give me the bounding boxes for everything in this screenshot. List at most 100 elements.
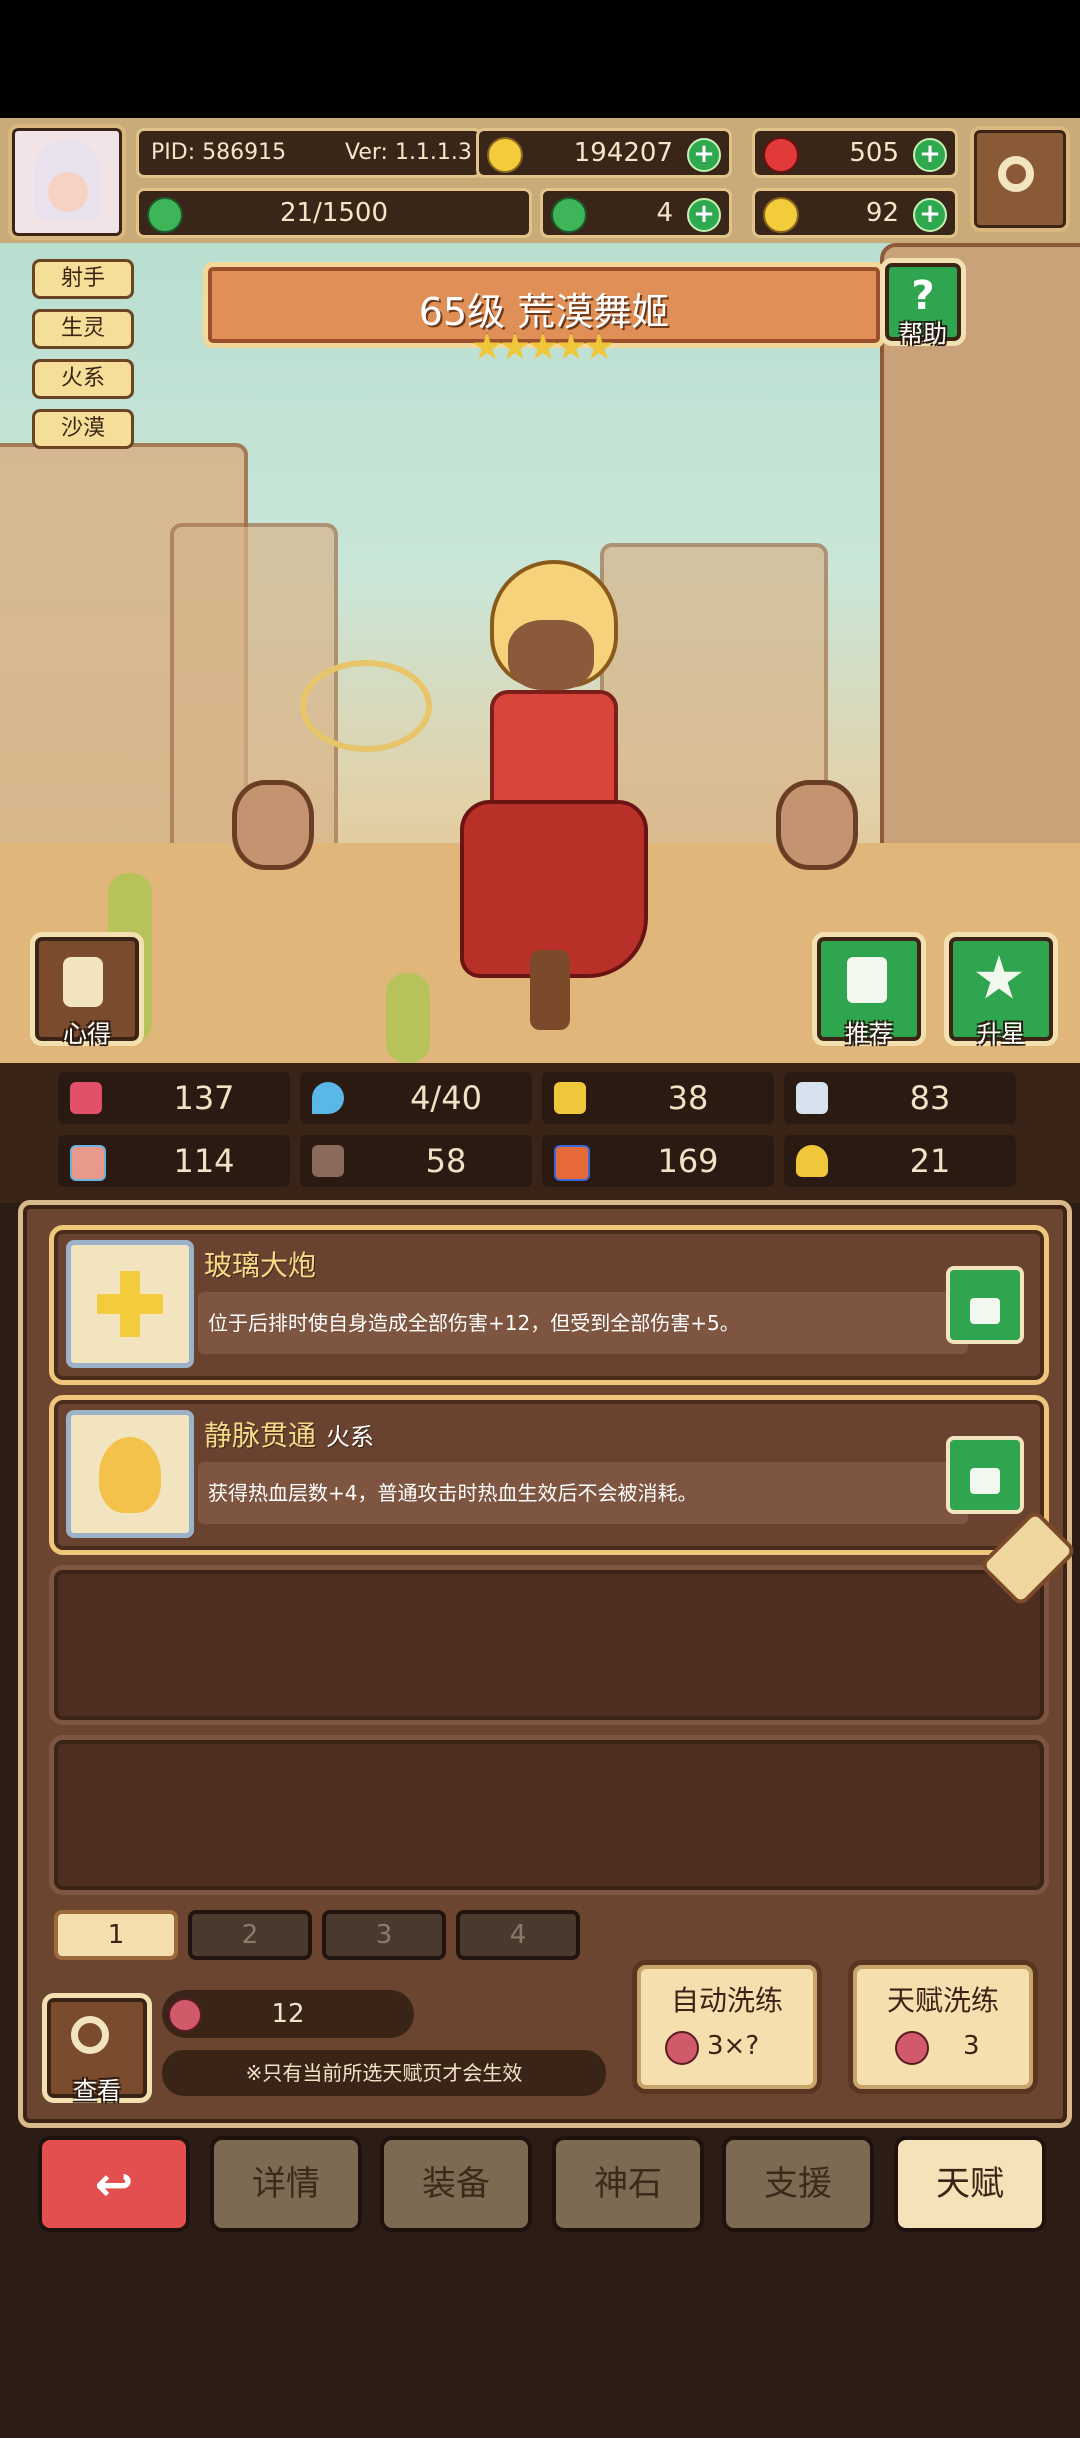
recommend-label: 推荐 (845, 1020, 893, 1048)
help-button[interactable]: ? 帮助 (880, 258, 966, 348)
star-up-label: 升星 (977, 1020, 1025, 1048)
clover-icon (551, 197, 587, 233)
talent-description: 获得热血层数+4，普通攻击时热血生效后不会被消耗。 (198, 1462, 968, 1524)
view-button[interactable]: 查看 (42, 1993, 152, 2105)
add-token-button[interactable]: + (913, 198, 947, 232)
magnifier-icon (71, 2016, 109, 2054)
talent-name-text: 静脉贯通 (204, 1419, 317, 1452)
hero-sprite[interactable] (420, 560, 680, 1040)
stat-value: 4/40 (410, 1079, 482, 1117)
tag-desert[interactable]: 沙漠 (32, 409, 134, 449)
talent-wash-cost: 3 (963, 2031, 980, 2061)
shield-icon (554, 1082, 586, 1114)
exp-value: 21/1500 (279, 198, 388, 228)
tag-fire[interactable]: 火系 (32, 359, 134, 399)
stat-value: 38 (667, 1079, 709, 1117)
hero-title: 65级 荒漠舞姬 (418, 290, 670, 334)
back-arrow-icon: ↩ (94, 2157, 134, 2211)
exp-bar: 21/1500 (136, 188, 532, 238)
stat-attack: 114 (58, 1135, 290, 1187)
stat-mana: 4/40 (300, 1072, 532, 1124)
clover-counter: 4 + (540, 188, 732, 238)
status-area (0, 0, 1080, 118)
lock-icon (970, 1468, 1000, 1494)
talent-icon (66, 1410, 194, 1538)
clover-value: 4 (656, 198, 673, 228)
tab-talent[interactable]: 天赋 (894, 2136, 1046, 2232)
stat-defense: 38 (542, 1072, 774, 1124)
talent-wash-label: 天赋洗练 (886, 1984, 999, 2017)
pid-text: PID: 586915 (151, 140, 287, 165)
talent-slot-2[interactable]: 静脉贯通 火系 获得热血层数+4，普通攻击时热血生效后不会被消耗。 (49, 1395, 1049, 1555)
talent-slot-1[interactable]: 玻璃大炮 位于后排时使自身造成全部伤害+12，但受到全部伤害+5。 (49, 1225, 1049, 1385)
cross-icon (97, 1271, 163, 1337)
talent-name: 玻璃大炮 (204, 1244, 316, 1284)
talent-note: ※只有当前所选天赋页才会生效 (162, 2050, 606, 2096)
fruit-counter: 12 (162, 1990, 414, 2038)
gem-counter: 505 + (752, 128, 958, 178)
star-up-button[interactable]: 升星 (944, 932, 1058, 1048)
notes-button[interactable]: 心得 (30, 932, 144, 1048)
wing-icon (796, 1082, 828, 1114)
tab-equipment[interactable]: 装备 (380, 2136, 532, 2232)
horseshoe-icon (796, 1145, 828, 1177)
gold-counter: 194207 + (476, 128, 732, 178)
stats-panel: 137 4/40 38 83 114 58 169 21 (0, 1063, 1080, 1203)
red-gem-icon (763, 137, 799, 173)
drop-icon (312, 1082, 344, 1114)
talent-page-tab-2[interactable]: 2 (188, 1910, 312, 1960)
stat-magic: 58 (300, 1135, 532, 1187)
talent-page-tab-1[interactable]: 1 (54, 1910, 178, 1960)
resource-bar: PID: 586915 Ver: 1.1.1.3 194207 + 505 + … (0, 118, 1080, 247)
notebook-icon (63, 957, 103, 1007)
token-value: 92 (865, 198, 899, 228)
lock-icon (970, 1298, 1000, 1324)
talent-slot-empty (49, 1565, 1049, 1725)
settings-button[interactable] (970, 126, 1070, 232)
add-clover-button[interactable]: + (687, 198, 721, 232)
talent-wash-button[interactable]: 天赋洗练 3 (848, 1960, 1038, 2094)
tag-creature[interactable]: 生灵 (32, 309, 134, 349)
add-gem-button[interactable]: + (913, 138, 947, 172)
player-avatar[interactable] (8, 124, 126, 240)
question-icon: ? (911, 273, 935, 319)
back-button[interactable]: ↩ (38, 2136, 190, 2232)
fist-icon (70, 1145, 106, 1181)
tab-support[interactable]: 支援 (722, 2136, 874, 2232)
hero-title-banner: 65级 荒漠舞姬 (203, 262, 885, 348)
stat-value: 21 (909, 1142, 951, 1180)
auto-wash-button[interactable]: 自动洗练 3×? (632, 1960, 822, 2094)
talent-page-tab-3[interactable]: 3 (322, 1910, 446, 1960)
ring-weapon (300, 660, 432, 752)
thumbs-up-icon (847, 957, 887, 1003)
talent-element: 火系 (326, 1423, 375, 1451)
version-text: Ver: 1.1.1.3 (345, 140, 472, 165)
lock-button[interactable] (946, 1436, 1024, 1514)
talent-name: 静脉贯通 火系 (204, 1414, 374, 1454)
help-label: 帮助 (899, 320, 947, 348)
fruit-icon (665, 2031, 699, 2065)
notes-label: 心得 (63, 1020, 111, 1048)
floating-shield-left (232, 780, 314, 870)
stat-value: 83 (909, 1079, 951, 1117)
add-gold-button[interactable]: + (687, 138, 721, 172)
bread-icon (763, 197, 799, 233)
stat-hp: 137 (58, 1072, 290, 1124)
tab-details[interactable]: 详情 (210, 2136, 362, 2232)
gem-value: 505 (849, 138, 899, 168)
recommend-button[interactable]: 推荐 (812, 932, 926, 1048)
heart-icon (70, 1082, 102, 1114)
talent-page-tab-4[interactable]: 4 (456, 1910, 580, 1960)
pid-label: PID: 586915 Ver: 1.1.1.3 (136, 128, 482, 178)
stat-value: 137 (173, 1079, 235, 1117)
gear-icon (998, 156, 1034, 192)
stat-value: 58 (425, 1142, 467, 1180)
flame-icon (99, 1437, 161, 1513)
lock-button[interactable] (946, 1266, 1024, 1344)
fruit-count: 12 (271, 1999, 305, 2029)
book-icon (312, 1145, 344, 1177)
auto-wash-label: 自动洗练 (670, 1984, 783, 2017)
flag-icon (554, 1145, 590, 1181)
tab-god-stone[interactable]: 神石 (552, 2136, 704, 2232)
tag-archer[interactable]: 射手 (32, 259, 134, 299)
